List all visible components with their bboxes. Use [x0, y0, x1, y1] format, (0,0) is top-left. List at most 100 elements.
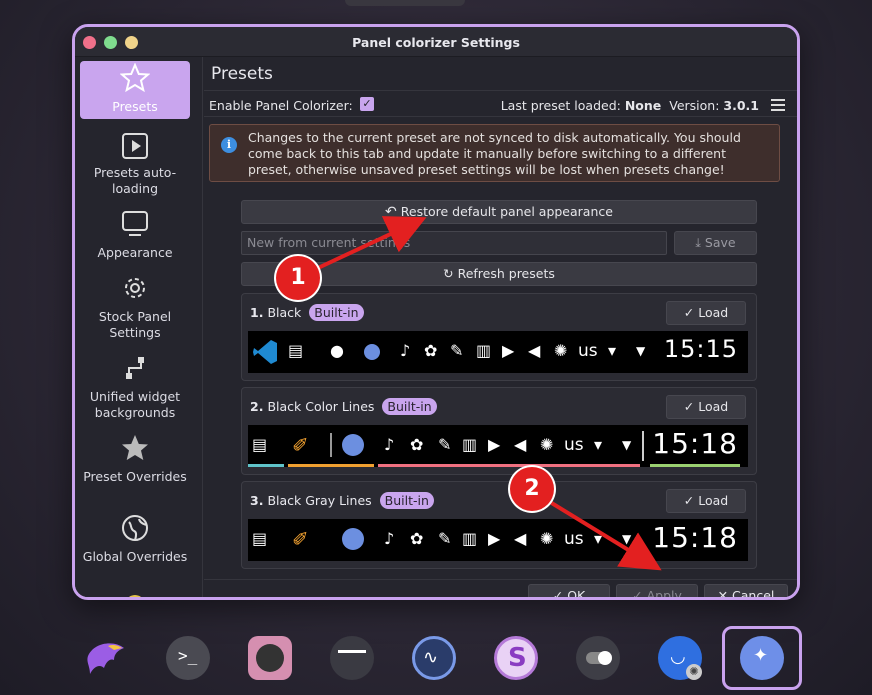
chevron-down-icon: ▼	[636, 344, 646, 358]
settings-icon: ✺	[540, 435, 554, 454]
enable-row: Enable Panel Colorizer: ✓ Last preset lo…	[204, 93, 797, 117]
chevron-down-icon: ▼	[622, 438, 632, 452]
star-icon	[120, 63, 150, 93]
sidebar-item-preset-overrides[interactable]: Preset Overrides	[80, 431, 190, 497]
save-label: Save	[704, 235, 736, 250]
sidebar-item-label: Presets	[112, 99, 158, 114]
dock-item-window[interactable]	[330, 636, 374, 680]
check-icon: ✓	[683, 493, 695, 508]
preset-preview: ▤ ✐ ♪ ✿ ✎ ▥ ▶ ◀ ✺ us ▾ ▼ 15:18	[248, 519, 748, 561]
preset-name: 2. Black Color Lines Built-in	[250, 398, 437, 415]
eagle-icon	[87, 643, 124, 674]
hexagon-icon	[256, 644, 284, 672]
link-icon	[126, 357, 144, 379]
menu-icon[interactable]	[771, 99, 785, 111]
volume-icon: ◀	[514, 529, 527, 548]
panel-icon: ▤	[288, 341, 304, 360]
sidebar-item-label: Appearance	[97, 245, 173, 260]
new-preset-input[interactable]: New from current settings	[241, 231, 667, 255]
separator	[330, 433, 332, 457]
sidebar-item-appearance[interactable]: Appearance	[80, 207, 190, 265]
keyboard-layout: us	[564, 529, 584, 549]
window-title: Panel colorizer Settings	[352, 35, 520, 50]
presets-scroll-area[interactable]: ↶ Restore default panel appearance New f…	[204, 189, 797, 579]
sidebar-item-presets-autoloading[interactable]: Presets auto-loading	[80, 129, 190, 196]
star-half-icon	[122, 435, 148, 460]
enable-label: Enable Panel Colorizer:	[209, 98, 353, 113]
media-play-icon: ▶	[488, 435, 501, 454]
save-icon: ⤓	[695, 235, 701, 250]
dock-item-eagle[interactable]	[84, 636, 128, 680]
builtin-badge: Built-in	[309, 304, 364, 321]
sidebar-item-presets[interactable]: Presets	[80, 61, 190, 119]
sidebar-item-stock-panel-settings[interactable]: Stock Panel Settings	[80, 271, 190, 340]
dock-item-toggle[interactable]	[576, 636, 620, 680]
dock-item-settings[interactable]: ◡ ✺	[658, 636, 702, 680]
load-button[interactable]: ✓ Load	[666, 395, 746, 419]
check-icon: ✓	[683, 399, 695, 414]
dock-item-terminal[interactable]: >_	[166, 636, 210, 680]
volume-icon: ◀	[528, 341, 541, 360]
sidebar-item-unified-widget-backgrounds[interactable]: Unified widget backgrounds	[80, 351, 190, 420]
separator	[642, 431, 644, 461]
apply-button[interactable]: ✓ Apply	[616, 584, 698, 597]
sidebar-item-label: Unified widget backgrounds	[89, 389, 181, 420]
media-play-icon: ▶	[488, 529, 501, 548]
bell-icon: ♪	[400, 341, 411, 360]
dialog-button-bar: ✓ OK ✓ Apply ✕ Cancel	[204, 579, 797, 600]
load-button[interactable]: ✓ Load	[666, 489, 746, 513]
settings-window: Panel colorizer Settings Presets Presets…	[72, 24, 800, 600]
wifi-icon: ▾	[608, 341, 617, 360]
main-panel: Presets Enable Panel Colorizer: ✓ Last p…	[204, 57, 797, 600]
circle-icon	[364, 344, 380, 360]
color-line	[288, 464, 374, 467]
vscode-icon	[253, 340, 277, 364]
titlebar: Panel colorizer Settings	[75, 27, 797, 57]
panel-icon: ▤	[252, 529, 268, 548]
enable-checkbox[interactable]: ✓	[360, 97, 374, 111]
last-preset-info: Last preset loaded: None Version: 3.0.1	[501, 98, 759, 113]
sidebar-item-global-overrides[interactable]: Global Overrides	[80, 511, 190, 577]
dock-item-monitor[interactable]: ∿	[412, 636, 456, 680]
load-button[interactable]: ✓ Load	[666, 301, 746, 325]
dock-item-s-app[interactable]: S	[494, 636, 538, 680]
circle-icon	[342, 434, 364, 456]
preset-preview: ▤ ● ♪ ✿ ✎ ▥ ▶ ◀ ✺ us ▾ ▼ 15:15	[248, 331, 748, 373]
ok-button[interactable]: ✓ OK	[528, 584, 610, 600]
wifi-icon: ▾	[594, 435, 603, 454]
sidebar: Presets Presets auto-loading Appearance …	[75, 57, 203, 597]
refresh-presets-label: Refresh presets	[457, 266, 555, 281]
restore-default-button[interactable]: ↶ Restore default panel appearance	[241, 200, 757, 224]
dock-item-panel-colorizer[interactable]: ✦	[740, 636, 784, 680]
smile-icon: ◡	[670, 646, 686, 667]
bell-icon: ♪	[384, 435, 395, 454]
sparkle-icon: ✦	[753, 645, 769, 666]
clock: 15:18	[652, 521, 738, 554]
sidebar-next-item-icon	[125, 595, 145, 597]
page-title: Presets	[211, 64, 273, 84]
drop-icon: ●	[330, 341, 344, 360]
sidebar-item-label: Global Overrides	[82, 549, 188, 564]
settings-icon: ✺	[540, 529, 554, 548]
preset-name: 3. Black Gray Lines Built-in	[250, 492, 434, 509]
check-icon: ✓	[552, 588, 564, 600]
preset-card-black-gray-lines: 3. Black Gray Lines Built-in ✓ Load ▤ ✐ …	[241, 481, 757, 569]
clipboard-icon: ▥	[462, 529, 478, 548]
step-marker-one: 1	[276, 256, 320, 300]
builtin-badge: Built-in	[379, 492, 434, 509]
color-line	[650, 464, 740, 467]
save-button[interactable]: ⤓ Save	[674, 231, 757, 255]
dock-item-app-hex[interactable]	[248, 636, 292, 680]
info-banner: i Changes to the current preset are not …	[209, 124, 780, 182]
sidebar-item-label: Preset Overrides	[83, 469, 187, 484]
cancel-button[interactable]: ✕ Cancel	[704, 584, 788, 597]
notifications-icon: ✎	[438, 435, 452, 454]
chevron-down-icon: ▼	[622, 532, 632, 546]
bell-icon: ♪	[384, 529, 395, 548]
preset-card-black-color-lines: 2. Black Color Lines Built-in ✓ Load ▤ ✐…	[241, 387, 757, 475]
last-preset-value: None	[624, 98, 662, 113]
window-icon	[338, 650, 366, 653]
refresh-icon: ↻	[443, 266, 454, 281]
play-icon	[122, 133, 148, 159]
gear-icon: ✺	[686, 664, 702, 680]
